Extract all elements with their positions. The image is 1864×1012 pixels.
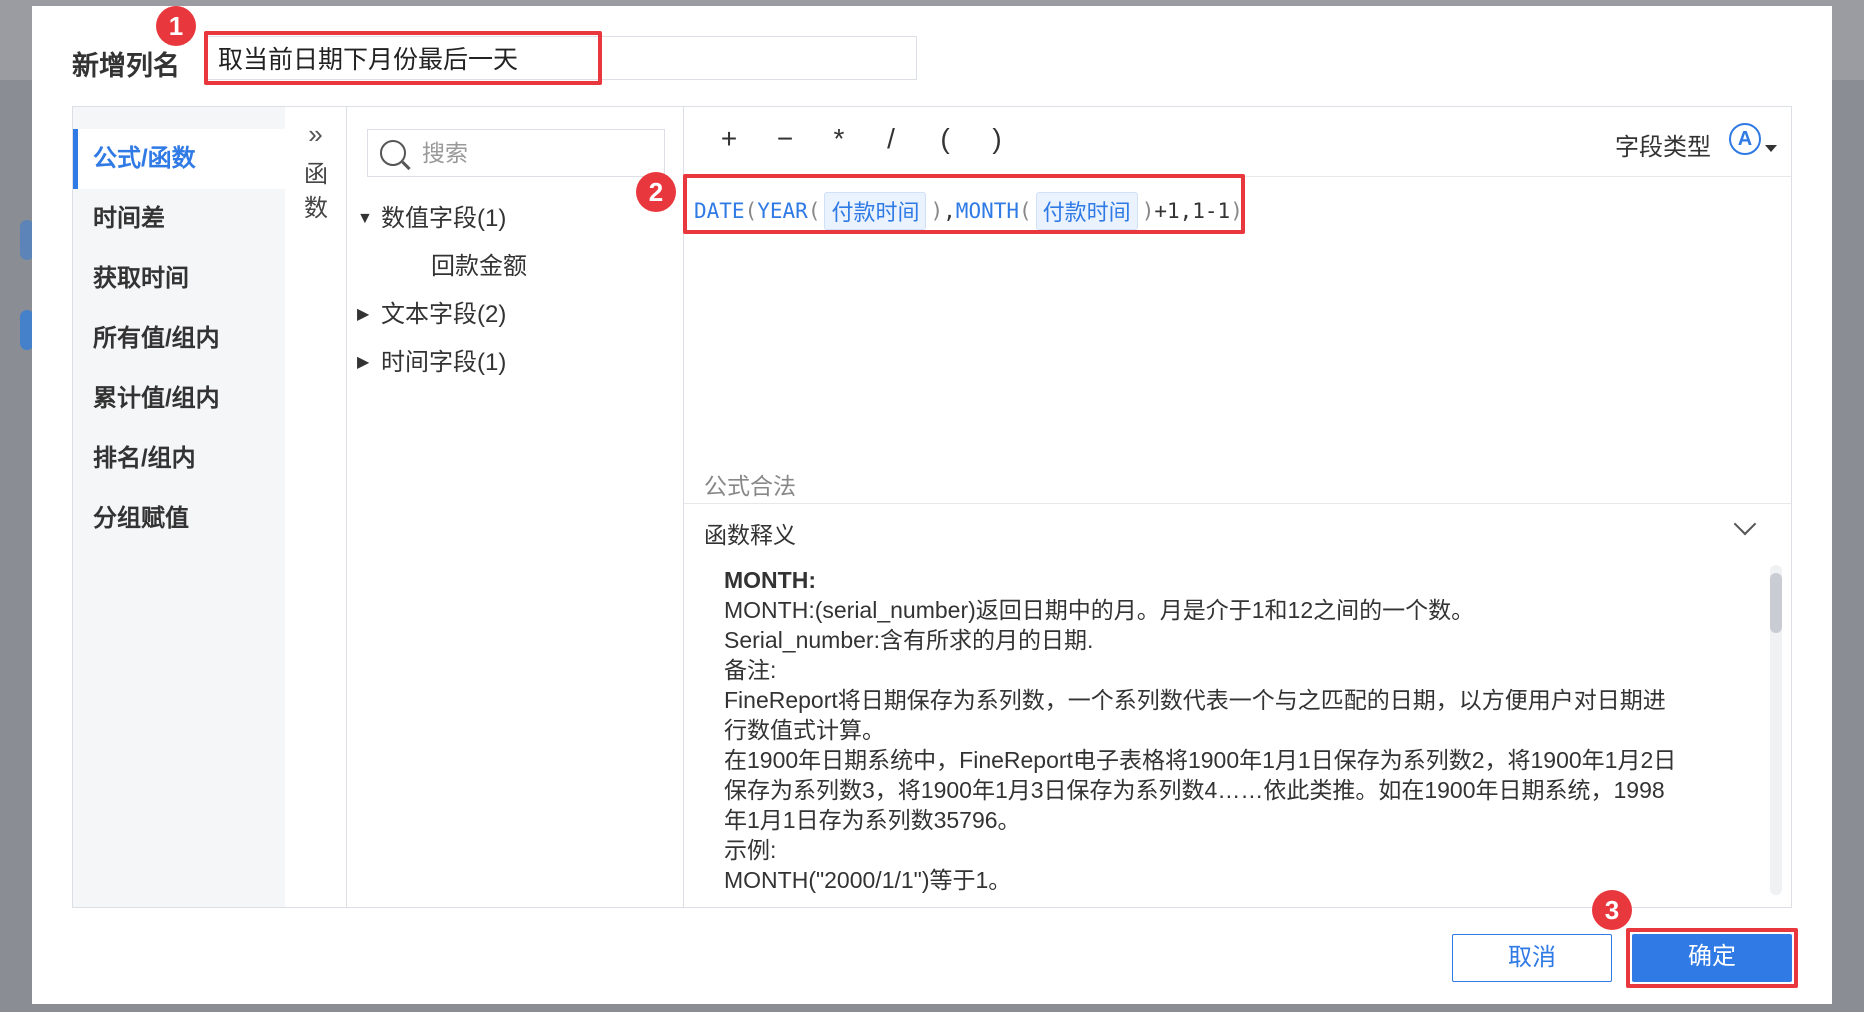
annotation-box-2 [683,174,1245,234]
field-type-icon[interactable]: A [1729,123,1761,155]
add-column-dialog: 新增列名 1 公式/函数 时间差 获取时间 所有值/组内 累计值/组内 排名/组… [32,6,1832,1004]
description-scrollbar[interactable] [1770,565,1782,895]
description-header[interactable]: 函数释义 [684,503,1791,553]
field-panel: ▼ 数值字段(1) 回款金额 ▶ 文本字段(2) ▶ 时间字段(1) [347,107,684,907]
tree-node-label: 时间字段(1) [381,349,507,376]
dialog-title: 新增列名 [72,51,180,81]
category-rank[interactable]: 排名/组内 [73,429,285,489]
annotation-box-3 [1626,928,1798,988]
category-group-assign[interactable]: 分组赋值 [73,489,285,549]
search-icon [380,140,406,166]
annotation-badge-2: 2 [636,172,676,212]
close-paren-button[interactable]: ) [982,123,1012,155]
category-formula-function[interactable]: 公式/函数 [73,129,285,189]
annotation-box-1 [204,31,602,85]
caret-right-icon[interactable]: ▶ [357,291,381,339]
caret-down-icon[interactable] [1765,145,1777,152]
category-get-time[interactable]: 获取时间 [73,249,285,309]
scrollbar-thumb[interactable] [1770,573,1782,633]
function-collapse-toggle[interactable]: » 函数 [285,107,347,907]
description-line: 在1900年日期系统中，FineReport电子表格将1900年1月1日保存为系… [724,747,1677,773]
description-line: Serial_number:含有所求的月的日期. [724,627,1094,653]
description-body: MONTH: MONTH:(serial_number)返回日期中的月。月是介于… [724,565,1724,895]
field-search[interactable] [367,129,665,177]
category-cumulative[interactable]: 累计值/组内 [73,369,285,429]
tree-node-text[interactable]: ▶ 文本字段(2) [357,291,527,339]
double-chevron-right-icon[interactable]: » [285,119,346,150]
annotation-badge-3: 3 [1592,890,1632,930]
tree-node-label: 文本字段(2) [381,301,507,328]
description-title: 函数释义 [704,522,796,548]
field-tree: ▼ 数值字段(1) 回款金额 ▶ 文本字段(2) ▶ 时间字段(1) [357,195,527,387]
open-paren-button[interactable]: ( [930,123,960,155]
description-line: 备注: [724,657,777,683]
plus-button[interactable]: + [714,123,744,155]
operator-bar: + − * / ( ) 字段类型 A [684,107,1791,177]
description-line: 行数值式计算。 [724,717,885,743]
field-type-label: 字段类型 [1615,134,1711,161]
caret-right-icon[interactable]: ▶ [357,339,381,387]
description-line: MONTH:(serial_number)返回日期中的月。月是介于1和12之间的… [724,597,1475,623]
search-input[interactable] [422,130,652,176]
category-time-diff[interactable]: 时间差 [73,189,285,249]
tree-field-item[interactable]: 回款金额 [357,243,527,291]
chevron-down-icon[interactable] [1733,512,1757,536]
tree-node-label: 数值字段(1) [381,205,507,232]
tree-node-time[interactable]: ▶ 时间字段(1) [357,339,527,387]
description-function-name: MONTH: [724,567,816,593]
divide-button[interactable]: / [876,123,906,155]
cancel-button[interactable]: 取消 [1452,934,1612,982]
description-line: FineReport将日期保存为系列数，一个系列数代表一个与之匹配的日期，以方便… [724,687,1666,713]
tree-node-numeric[interactable]: ▼ 数值字段(1) [357,195,527,243]
caret-down-icon[interactable]: ▼ [357,195,381,243]
multiply-button[interactable]: * [824,123,854,155]
description-line: 示例: [724,837,777,863]
description-line: 保存为系列数3，将1900年1月3日保存为系列数4……依此类推。如在1900年日… [724,777,1665,803]
category-list: 公式/函数 时间差 获取时间 所有值/组内 累计值/组内 排名/组内 分组赋值 [73,107,285,907]
function-label: 函数 [304,161,328,222]
description-line: 年1月1日存为系列数35796。 [724,807,1021,833]
validation-status: 公式合法 [704,473,796,499]
category-all-values[interactable]: 所有值/组内 [73,309,285,369]
minus-button[interactable]: − [770,123,800,155]
annotation-badge-1: 1 [156,6,196,46]
description-line: MONTH("2000/1/1")等于1。 [724,867,1012,893]
